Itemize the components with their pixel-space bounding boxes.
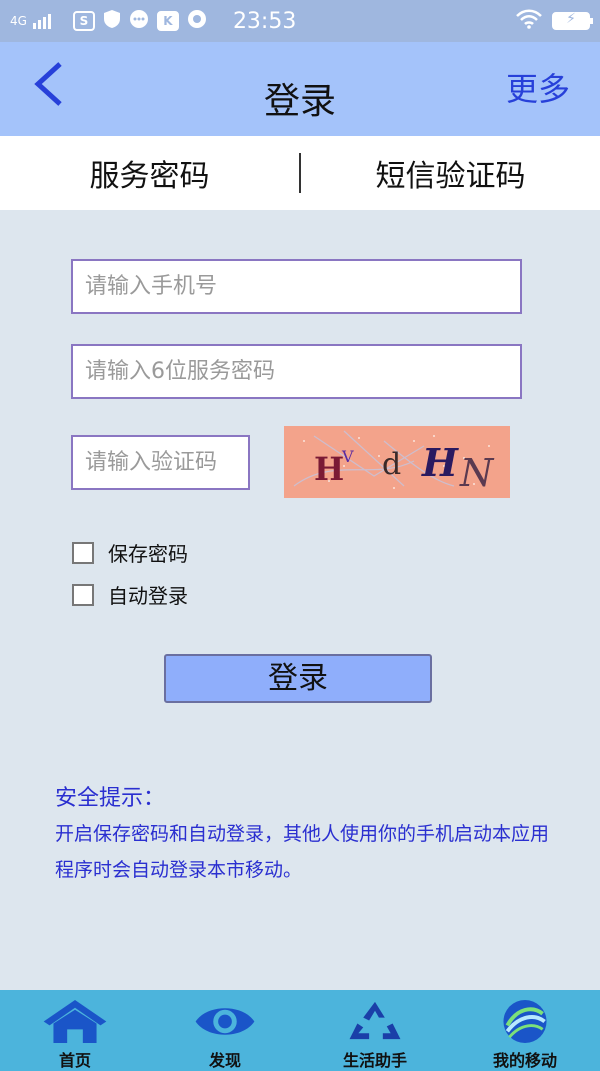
china-mobile-logo-icon bbox=[503, 999, 547, 1044]
captcha-input[interactable] bbox=[71, 435, 250, 490]
auto-login-option[interactable]: 自动登录 bbox=[72, 580, 188, 609]
home-icon bbox=[43, 999, 107, 1044]
status-right: ⚡ bbox=[516, 9, 593, 34]
nav-label-my-mobile: 我的移动 bbox=[492, 1051, 557, 1070]
nav-item-home[interactable]: 首页 bbox=[0, 990, 150, 1071]
save-password-label: 保存密码 bbox=[108, 542, 188, 566]
svg-text:N: N bbox=[459, 451, 495, 495]
bottom-nav: 首页 发现 生活助手 我的移动 bbox=[0, 990, 600, 1071]
nav-label-home: 首页 bbox=[58, 1051, 91, 1070]
security-tip-title: 安全提示： bbox=[55, 786, 166, 811]
wifi-icon bbox=[516, 9, 542, 34]
s-icon: S bbox=[72, 11, 95, 31]
tab-service-password[interactable]: 服务密码 bbox=[0, 151, 299, 195]
auto-login-checkbox[interactable] bbox=[72, 583, 94, 606]
chat-icon bbox=[129, 9, 149, 34]
k-icon: K bbox=[156, 11, 179, 31]
svg-text:V: V bbox=[341, 447, 354, 466]
svg-text:d: d bbox=[382, 447, 401, 482]
save-password-checkbox[interactable] bbox=[72, 541, 94, 564]
nav-item-my-mobile[interactable]: 我的移动 bbox=[450, 990, 600, 1071]
network-type: 4G bbox=[10, 14, 27, 28]
sync-icon bbox=[187, 9, 207, 34]
nav-label-discover: 发现 bbox=[208, 1051, 241, 1070]
status-bar: 4G S K 23:53 ⚡ bbox=[0, 0, 600, 42]
shield-icon bbox=[103, 9, 121, 34]
captcha-image[interactable]: H V d H N bbox=[284, 426, 510, 498]
status-left: 4G bbox=[10, 13, 51, 29]
svg-text:H: H bbox=[314, 450, 344, 488]
battery-charging-icon: ⚡ bbox=[552, 11, 593, 30]
eye-icon bbox=[195, 1008, 255, 1035]
login-method-tabs: 服务密码 短信验证码 bbox=[0, 136, 600, 210]
tab-sms-code[interactable]: 短信验证码 bbox=[301, 151, 600, 195]
clock: 23:53 bbox=[232, 8, 297, 34]
service-password-input[interactable] bbox=[71, 344, 522, 399]
svg-text:H: H bbox=[421, 440, 459, 485]
signal-icon bbox=[32, 13, 51, 29]
nav-label-life-assistant: 生活助手 bbox=[342, 1051, 407, 1070]
security-tip-text: 开启保存密码和自动登录，其他人使用你的手机启动本应用程序时会自动登录本市移动。 bbox=[55, 823, 550, 881]
login-button[interactable]: 登录 bbox=[164, 654, 432, 703]
nav-item-discover[interactable]: 发现 bbox=[150, 990, 300, 1071]
title-bar: 登录 更多 bbox=[0, 42, 600, 136]
recycle-icon bbox=[349, 1001, 401, 1040]
notification-icons: S K 23:53 bbox=[72, 8, 297, 34]
more-button[interactable]: 更多 bbox=[506, 64, 570, 110]
nav-item-life-assistant[interactable]: 生活助手 bbox=[300, 990, 450, 1071]
phone-input[interactable] bbox=[71, 259, 522, 314]
save-password-option[interactable]: 保存密码 bbox=[72, 538, 188, 567]
auto-login-label: 自动登录 bbox=[108, 584, 188, 608]
